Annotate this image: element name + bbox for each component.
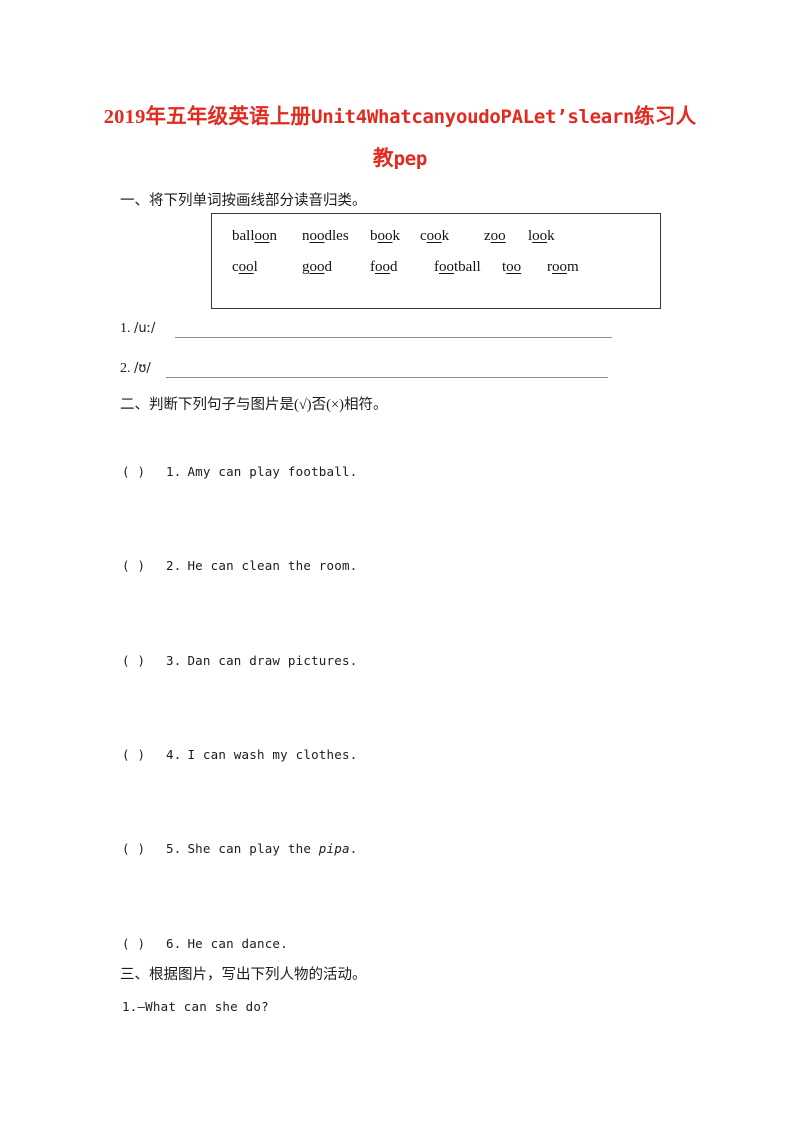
word-zoo: zoo	[484, 228, 506, 244]
tf-item-6[interactable]: ( ) 6. He can dance.	[122, 936, 288, 951]
tf-item-2[interactable]: ( ) 2. He can clean the room.	[122, 558, 357, 573]
title-en-unit: Unit4WhatcanyoudoPALet’slearn	[311, 106, 635, 128]
answer-row-2: 2. /ʊ/	[120, 361, 151, 377]
word-room: room	[547, 259, 579, 275]
section-two-heading: 二、判断下列句子与图片是(√)否(×)相符。	[120, 397, 388, 413]
word-cook: cook	[420, 228, 450, 244]
tf-text-6: He can dance.	[187, 936, 288, 951]
q-text-1: —What can she do?	[137, 999, 269, 1014]
word-cool: cool	[232, 259, 258, 275]
tf-bracket-2[interactable]: ( )	[122, 558, 166, 573]
tf-item-1[interactable]: ( ) 1. Amy can play football.	[122, 464, 357, 479]
answer-2-number: 2.	[120, 361, 131, 376]
tf-bracket-3[interactable]: ( )	[122, 653, 166, 668]
tf-bracket-4[interactable]: ( )	[122, 747, 166, 762]
answer-1-phoneme: /uː/	[134, 321, 156, 336]
word-bank-row-2: cool good food football too room	[212, 259, 660, 289]
answer-2-phoneme: /ʊ/	[134, 361, 151, 376]
word-bank-box: balloon noodles book cook zoo look cool …	[211, 213, 661, 309]
word-bank-row-1: balloon noodles book cook zoo look	[212, 228, 660, 258]
tf-number-2: 2.	[166, 558, 182, 573]
tf-item-4[interactable]: ( ) 4. I can wash my clothes.	[122, 747, 357, 762]
q-number-1: 1.	[122, 999, 138, 1014]
answer-1-write-line[interactable]	[175, 337, 612, 338]
answer-row-1: 1. /uː/	[120, 321, 155, 337]
title-year: 2019	[103, 106, 146, 128]
tf-text-5-italic: pipa	[318, 841, 350, 856]
tf-bracket-6[interactable]: ( )	[122, 936, 166, 951]
answer-1-number: 1.	[120, 321, 131, 336]
page-title: 2019年五年级英语上册Unit4WhatcanyoudoPALet’slear…	[100, 96, 700, 180]
tf-number-3: 3.	[166, 653, 182, 668]
tf-text-1: Amy can play football.	[187, 464, 358, 479]
tf-text-4: I can wash my clothes.	[187, 747, 358, 762]
tf-text-3: Dan can draw pictures.	[187, 653, 358, 668]
tf-item-3[interactable]: ( ) 3. Dan can draw pictures.	[122, 653, 357, 668]
tf-text-2: He can clean the room.	[187, 558, 358, 573]
tf-bracket-5[interactable]: ( )	[122, 841, 166, 856]
word-balloon: balloon	[232, 228, 277, 244]
worksheet-page: 2019年五年级英语上册Unit4WhatcanyoudoPALet’slear…	[0, 0, 800, 1132]
word-good: good	[302, 259, 332, 275]
title-cn-b: 练习人	[634, 106, 697, 128]
tf-text-5: She can play the	[187, 841, 319, 856]
section-one-heading: 一、将下列单词按画线部分读音归类。	[120, 193, 367, 209]
title-cn-a: 年五年级英语上册	[145, 106, 312, 128]
section-three-item-1: 1.—What can she do?	[122, 999, 269, 1014]
title-en-pep: pep	[393, 148, 428, 170]
word-noodles: noodles	[302, 228, 349, 244]
tf-bracket-1[interactable]: ( )	[122, 464, 166, 479]
word-too: too	[502, 259, 522, 275]
title-cn-jiao: 教	[372, 148, 394, 170]
word-book: book	[370, 228, 400, 244]
tf-number-6: 6.	[166, 936, 182, 951]
section-three-heading: 三、根据图片，写出下列人物的活动。	[120, 967, 367, 983]
tf-text-5-tail: .	[349, 841, 358, 856]
answer-2-write-line[interactable]	[166, 377, 608, 378]
word-look: look	[528, 228, 555, 244]
tf-number-1: 1.	[166, 464, 182, 479]
tf-number-5: 5.	[166, 841, 182, 856]
tf-item-5[interactable]: ( ) 5. She can play the pipa.	[122, 841, 357, 856]
word-football: football	[434, 259, 481, 275]
tf-number-4: 4.	[166, 747, 182, 762]
word-food: food	[370, 259, 398, 275]
